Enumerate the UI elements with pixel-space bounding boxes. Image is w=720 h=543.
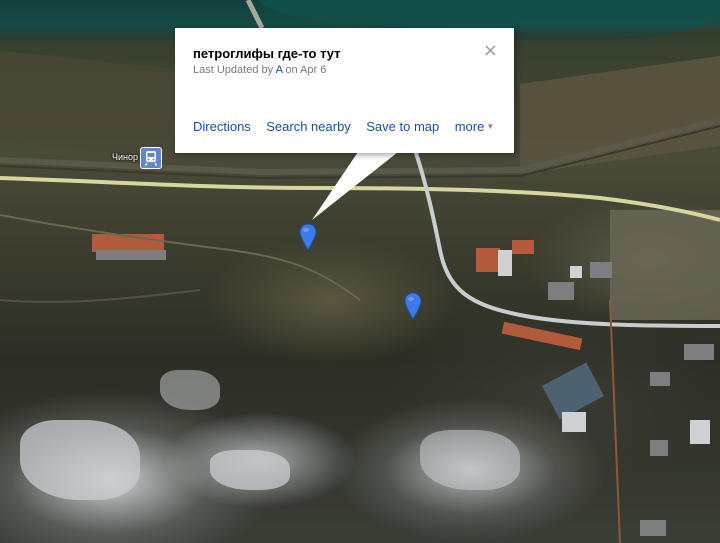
search-nearby-link[interactable]: Search nearby [266, 119, 351, 134]
last-updated-text: Last Updated by A on Apr 6 [193, 64, 326, 76]
directions-link[interactable]: Directions [193, 119, 251, 134]
more-dropdown[interactable]: more ▼ [455, 119, 495, 134]
last-updated-suffix: on Apr 6 [282, 64, 327, 76]
more-label: more [454, 119, 485, 134]
satellite-map[interactable]: Чинор петроглифы где-то тут Last Updated… [0, 0, 720, 543]
chevron-down-icon: ▼ [486, 122, 495, 131]
close-icon[interactable]: × [483, 42, 498, 60]
train-station-icon [140, 147, 162, 169]
track [0, 289, 201, 303]
map-pin-icon[interactable] [404, 292, 422, 320]
save-to-map-link[interactable]: Save to map [366, 119, 439, 134]
road [245, 0, 265, 30]
info-window-title: петроглифы где-то тут [193, 46, 341, 61]
last-updated-prefix: Last Updated by [193, 64, 276, 76]
info-window: петроглифы где-то тут Last Updated by A … [175, 28, 514, 153]
station-label: Чинор [112, 152, 139, 162]
main-road [0, 176, 720, 222]
track [609, 299, 621, 543]
info-window-actions: Directions Search nearby Save to map mor… [193, 118, 505, 136]
map-pin-icon[interactable] [299, 223, 317, 251]
